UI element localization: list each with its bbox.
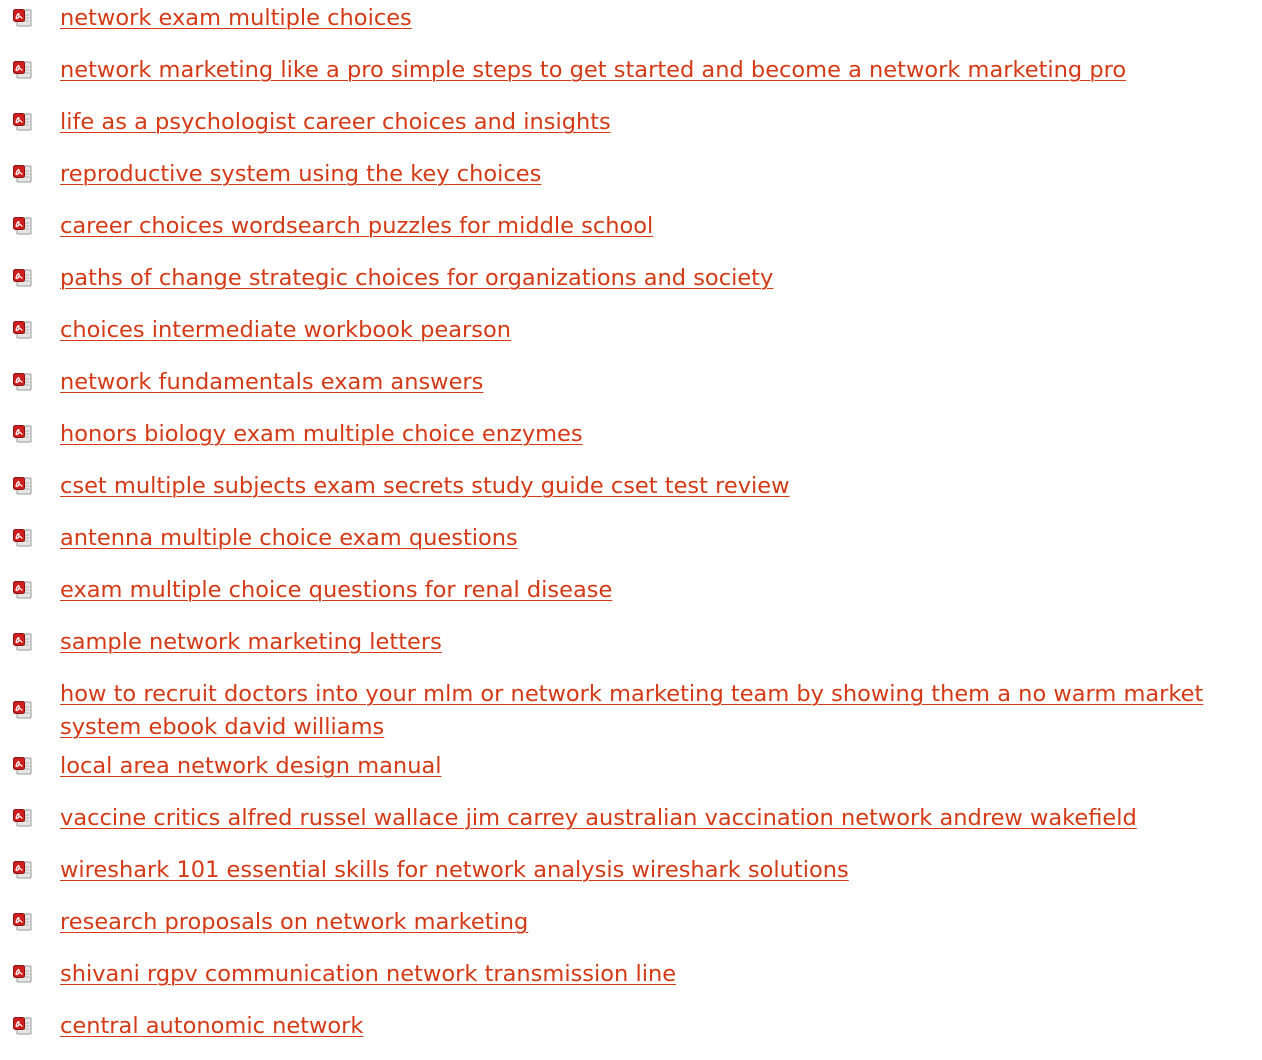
pdf-file-icon (13, 861, 33, 879)
document-link[interactable]: reproductive system using the key choice… (60, 156, 541, 191)
document-link[interactable]: shivani rgpv communication network trans… (60, 956, 676, 991)
document-link[interactable]: career choices wordsearch puzzles for mi… (60, 208, 653, 243)
pdf-file-icon (13, 321, 33, 339)
document-link[interactable]: cset multiple subjects exam secrets stud… (60, 468, 790, 503)
pdf-file-icon (13, 9, 33, 27)
pdf-file-icon (13, 701, 33, 719)
document-link[interactable]: life as a psychologist career choices an… (60, 104, 611, 139)
document-link[interactable]: sample network marketing letters (60, 624, 442, 659)
document-link[interactable]: network fundamentals exam answers (60, 364, 483, 399)
document-link[interactable]: research proposals on network marketing (60, 904, 528, 939)
document-link[interactable]: paths of change strategic choices for or… (60, 260, 773, 295)
list-item: reproductive system using the key choice… (0, 156, 1262, 208)
pdf-file-icon (13, 581, 33, 599)
list-item: career choices wordsearch puzzles for mi… (0, 208, 1262, 260)
pdf-file-icon (13, 217, 33, 235)
list-item: sample network marketing letters (0, 624, 1262, 676)
document-link[interactable]: wireshark 101 essential skills for netwo… (60, 852, 849, 887)
document-list: network exam multiple choices network mar… (0, 0, 1262, 1060)
list-item: network exam multiple choices (0, 0, 1262, 52)
document-link[interactable]: central autonomic network (60, 1008, 363, 1043)
list-item: shivani rgpv communication network trans… (0, 956, 1262, 1008)
document-link[interactable]: network marketing like a pro simple step… (60, 52, 1126, 87)
list-item: research proposals on network marketing (0, 904, 1262, 956)
list-item: local area network design manual (0, 748, 1262, 800)
document-link[interactable]: choices intermediate workbook pearson (60, 312, 511, 347)
pdf-file-icon (13, 913, 33, 931)
document-link[interactable]: local area network design manual (60, 748, 442, 783)
list-item: vaccine critics alfred russel wallace ji… (0, 800, 1262, 852)
list-item: life as a psychologist career choices an… (0, 104, 1262, 156)
pdf-file-icon (13, 61, 33, 79)
list-item: paths of change strategic choices for or… (0, 260, 1262, 312)
list-item: choices intermediate workbook pearson (0, 312, 1262, 364)
pdf-file-icon (13, 757, 33, 775)
list-item: network marketing like a pro simple step… (0, 52, 1262, 104)
document-link[interactable]: honors biology exam multiple choice enzy… (60, 416, 583, 451)
pdf-file-icon (13, 529, 33, 547)
pdf-file-icon (13, 1017, 33, 1035)
list-item: honors biology exam multiple choice enzy… (0, 416, 1262, 468)
pdf-file-icon (13, 113, 33, 131)
pdf-file-icon (13, 477, 33, 495)
list-item: exam multiple choice questions for renal… (0, 572, 1262, 624)
document-link[interactable]: exam multiple choice questions for renal… (60, 572, 612, 607)
pdf-file-icon (13, 633, 33, 651)
pdf-file-icon (13, 165, 33, 183)
pdf-file-icon (13, 809, 33, 827)
pdf-file-icon (13, 373, 33, 391)
pdf-file-icon (13, 269, 33, 287)
list-item: cset multiple subjects exam secrets stud… (0, 468, 1262, 520)
pdf-file-icon (13, 965, 33, 983)
list-item: wireshark 101 essential skills for netwo… (0, 852, 1262, 904)
pdf-file-icon (13, 425, 33, 443)
list-item: central autonomic network (0, 1008, 1262, 1060)
document-link[interactable]: vaccine critics alfred russel wallace ji… (60, 800, 1137, 835)
list-item: network fundamentals exam answers (0, 364, 1262, 416)
list-item: antenna multiple choice exam questions (0, 520, 1262, 572)
document-link[interactable]: how to recruit doctors into your mlm or … (60, 676, 1262, 744)
document-link[interactable]: antenna multiple choice exam questions (60, 520, 518, 555)
document-link[interactable]: network exam multiple choices (60, 0, 412, 35)
list-item: how to recruit doctors into your mlm or … (0, 676, 1262, 748)
